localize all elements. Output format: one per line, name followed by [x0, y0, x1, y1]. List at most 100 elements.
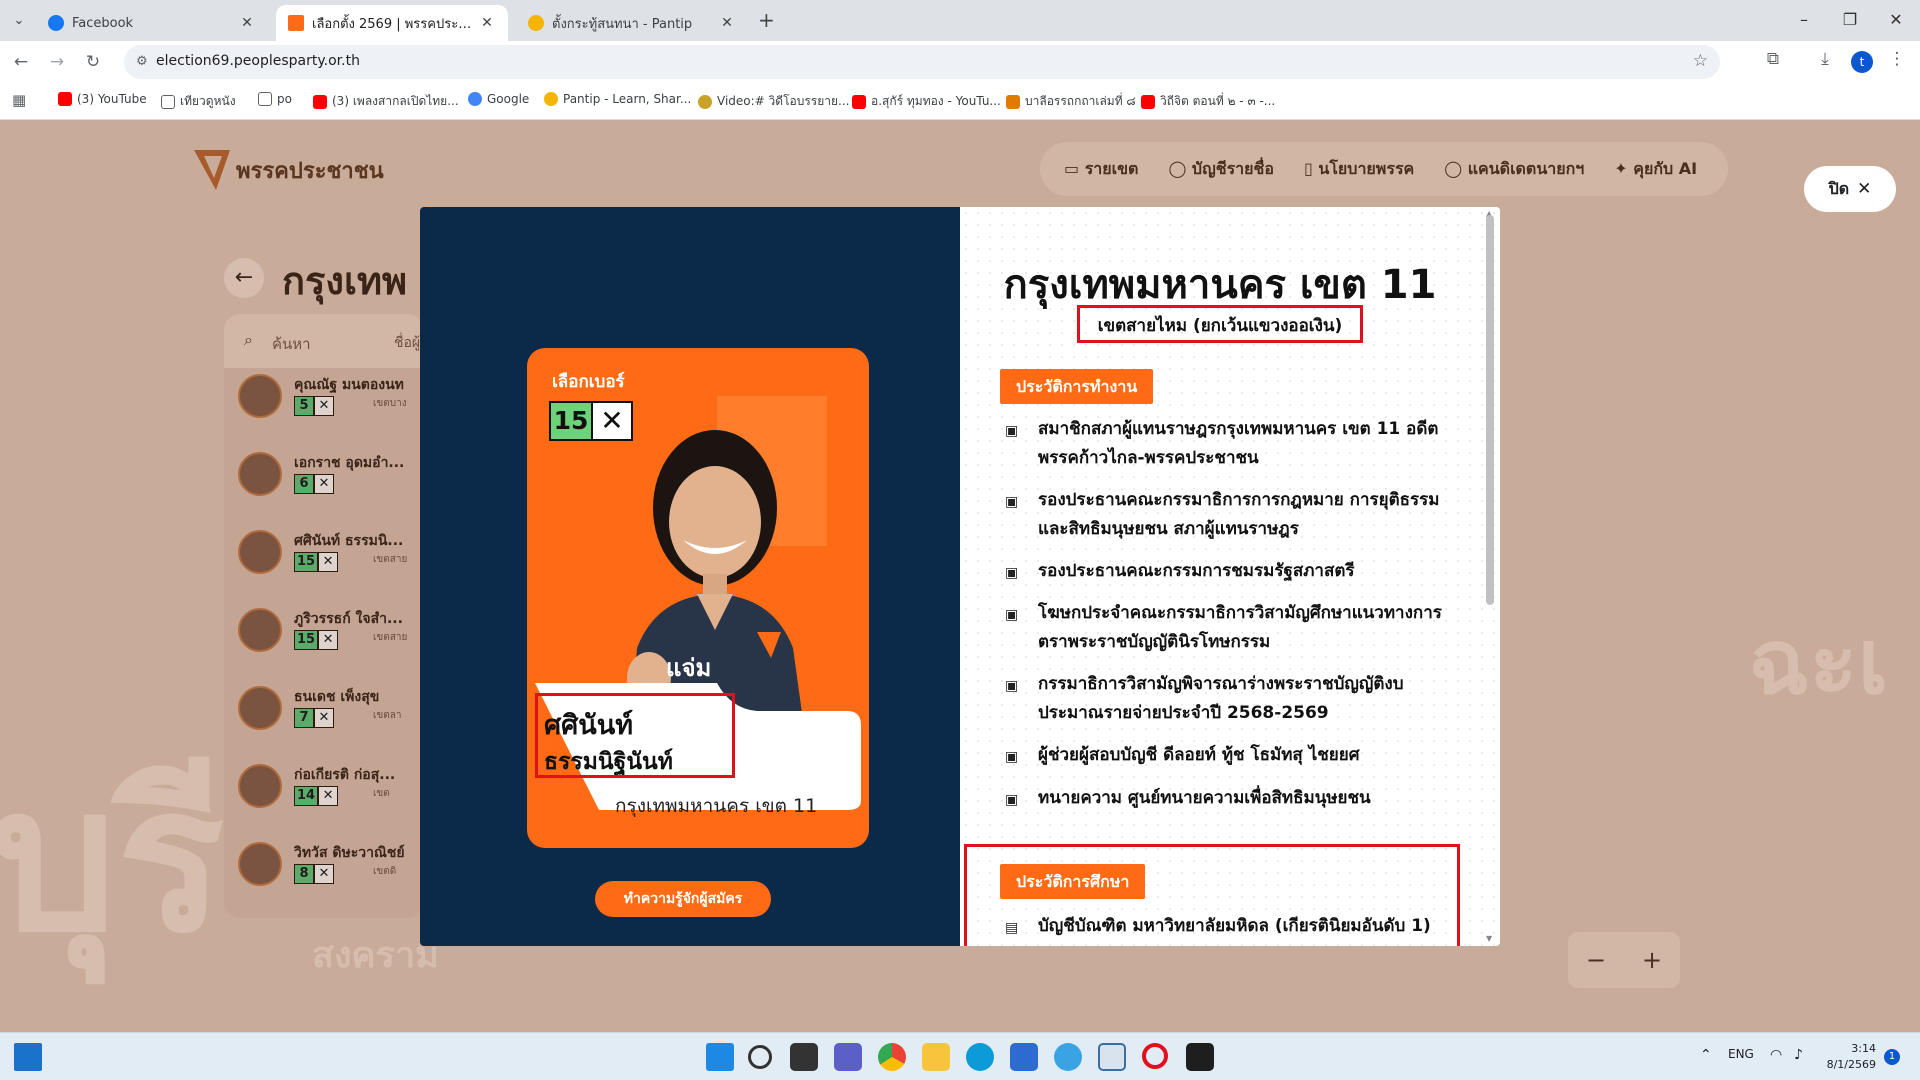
- candidate-name: ก่อเกียรติ ก่อสุ...: [294, 767, 396, 783]
- close-modal-button[interactable]: ปิด ✕: [1804, 166, 1896, 212]
- extensions-icon[interactable]: ⧉: [1760, 49, 1786, 69]
- nav-label: คุยกับ AI: [1633, 158, 1698, 178]
- briefcase-icon: ▣: [1005, 607, 1019, 623]
- site-info-icon[interactable]: ⚙: [136, 54, 148, 69]
- reload-icon[interactable]: ↻: [80, 49, 106, 75]
- candidate-avatar: [238, 842, 282, 886]
- search-icon: ⌕: [244, 330, 253, 349]
- start-icon[interactable]: [706, 1043, 734, 1071]
- modal-scrollbar[interactable]: [1486, 215, 1494, 605]
- candidate-row[interactable]: เอกราช อุดมอำ... 6 ✕: [238, 452, 424, 524]
- task-view-icon[interactable]: [790, 1043, 818, 1071]
- pantip-icon: [544, 92, 558, 106]
- work-history-item: ▣ สมาชิกสภาผู้แทนราษฎรกรุงเทพมหานคร เขต 1…: [1005, 415, 1445, 473]
- tab-facebook[interactable]: Facebook ✕: [36, 5, 268, 41]
- tab-election[interactable]: เลือกตั้ง 2569 | พรรคประชาชน ✕: [276, 5, 508, 41]
- notification-badge[interactable]: 1: [1884, 1049, 1900, 1065]
- bookmark-item[interactable]: อ.สุกัร์ ทุมทอง - YouTu...: [852, 92, 1001, 111]
- close-window-icon[interactable]: ✕: [1874, 6, 1918, 34]
- map-label: ฉะเ: [1748, 610, 1889, 715]
- photos-icon[interactable]: [1054, 1043, 1082, 1071]
- close-tab-icon[interactable]: ✕: [238, 15, 256, 31]
- tab-pantip[interactable]: ตั้งกระทู้สนทนา - Pantip ✕: [516, 5, 748, 41]
- file-explorer-icon[interactable]: [922, 1043, 950, 1071]
- candidate-avatar: [238, 764, 282, 808]
- nav-party-list[interactable]: ◯ บัญชีรายชื่อ: [1168, 157, 1274, 182]
- candidate-row[interactable]: วิทวัส ดิษะวาณิชย์ 8 ✕ เขตดิ: [238, 842, 424, 914]
- search-placeholder: ค้นหา: [272, 335, 311, 353]
- tab-title: Facebook: [72, 15, 134, 31]
- menu-kebab-icon[interactable]: ⋮: [1884, 49, 1910, 69]
- bookmark-item[interactable]: po: [258, 92, 292, 106]
- new-tab-button[interactable]: +: [758, 8, 775, 32]
- party-logo[interactable]: พรรคประชาชน: [192, 148, 384, 192]
- bookmark-item[interactable]: เทียวดูหนัง: [161, 92, 236, 111]
- teams-icon[interactable]: [834, 1043, 862, 1071]
- close-tab-icon[interactable]: ✕: [478, 15, 496, 31]
- candidate-district: เขต: [373, 788, 390, 799]
- pick-number-label: เลือกเบอร์: [552, 372, 625, 392]
- bookmark-item[interactable]: Pantip - Learn, Shar...: [544, 92, 691, 106]
- opera-icon[interactable]: [1142, 1043, 1168, 1069]
- learn-about-candidate-button[interactable]: ทำความรู้จักผู้สมัคร: [595, 881, 771, 917]
- volume-icon[interactable]: ♪: [1794, 1047, 1803, 1063]
- store-icon[interactable]: [1010, 1043, 1038, 1071]
- bookmark-label: Video:# วิดีโอบรรยาย...: [717, 94, 850, 108]
- candidate-avatar: [238, 530, 282, 574]
- close-tab-icon[interactable]: ✕: [718, 15, 736, 31]
- forward-icon[interactable]: →: [44, 49, 70, 75]
- zoom-in-button[interactable]: +: [1642, 946, 1662, 974]
- search-taskbar-icon[interactable]: [748, 1045, 772, 1069]
- clock-date: 8/1/2569: [1826, 1058, 1876, 1071]
- chrome-icon[interactable]: [878, 1043, 906, 1071]
- nav-district[interactable]: ▭ รายเขต: [1064, 157, 1138, 182]
- restore-icon[interactable]: ❐: [1828, 6, 1872, 34]
- scroll-down-arrow[interactable]: ▼: [1486, 934, 1492, 943]
- minimize-icon[interactable]: –: [1782, 6, 1826, 34]
- candidate-number-badge: 5 ✕: [294, 396, 334, 416]
- education-text: บัญชีบัณฑิต มหาวิทยาลัยมหิดล (เกียรตินิย…: [1038, 916, 1431, 936]
- input-language[interactable]: ENG: [1728, 1047, 1754, 1061]
- back-button[interactable]: ←: [224, 258, 264, 298]
- apps-grid-icon[interactable]: ▦: [12, 91, 26, 109]
- bookmark-item[interactable]: บาลีอรรถกถาเล่มที่ ๘: [1006, 92, 1136, 111]
- candidate-row[interactable]: ธนเดช เพ็งสุข 7 ✕ เขตลา: [238, 686, 424, 758]
- downloads-icon[interactable]: ⤓: [1812, 49, 1838, 69]
- briefcase-icon: ▣: [1005, 792, 1019, 808]
- tab-search-icon[interactable]: ⌄: [8, 10, 30, 32]
- map-label: บุรี: [0, 744, 225, 977]
- nav-ai-chat[interactable]: ✦ คุยกับ AI: [1614, 157, 1697, 182]
- nav-pm-candidate[interactable]: ◯ แคนดิเดตนายกฯ: [1444, 157, 1584, 182]
- bookmark-label: (3) เพลงสากลเปิดไทย...: [332, 94, 459, 108]
- nav-policy[interactable]: ▯ นโยบายพรรค: [1304, 157, 1414, 182]
- bookmark-label: อ.สุกัร์ ทุมทอง - YouTu...: [871, 94, 1001, 108]
- bookmark-star-icon[interactable]: ☆: [1693, 51, 1708, 71]
- search-input[interactable]: ⌕ ค้นหา ชื่อผู้: [224, 314, 424, 368]
- candidate-row[interactable]: ก่อเกียรติ ก่อสุ... 14 ✕ เขต: [238, 764, 424, 836]
- system-clock[interactable]: 3:14 8/1/2569: [1826, 1041, 1876, 1073]
- zoom-out-button[interactable]: −: [1586, 946, 1606, 974]
- book-icon: ▤: [1005, 920, 1019, 936]
- youtube-icon: [1141, 94, 1155, 109]
- tray-chevron-icon[interactable]: ⌃: [1700, 1047, 1712, 1063]
- browser-tab-bar: ⌄ Facebook ✕ เลือกตั้ง 2569 | พรรคประชาช…: [0, 0, 1920, 41]
- bookmark-item[interactable]: (3) เพลงสากลเปิดไทย...: [313, 92, 459, 111]
- widgets-icon[interactable]: [14, 1043, 42, 1071]
- profile-avatar[interactable]: t: [1851, 51, 1873, 73]
- bookmark-item[interactable]: (3) YouTube: [58, 92, 147, 106]
- candidate-row[interactable]: ศศินันท์ ธรรมนิ... 15 ✕ เขตสาย: [238, 530, 424, 602]
- wifi-icon[interactable]: ◠: [1770, 1047, 1782, 1063]
- edge-icon[interactable]: [966, 1043, 994, 1071]
- candidate-name: เอกราช อุดมอำ...: [294, 455, 405, 471]
- candidate-row[interactable]: คุณณัฐ มนตองนท 5 ✕ เขตบาง: [238, 374, 424, 446]
- bookmark-item[interactable]: วิถีจิต ตอนที่ ๒ - ๓ -...: [1141, 92, 1275, 111]
- address-bar[interactable]: ⚙ election69.peoplesparty.or.th ☆: [124, 45, 1720, 79]
- bookmark-label: Google: [487, 92, 530, 106]
- bookmark-item[interactable]: Video:# วิดีโอบรรยาย...: [698, 92, 849, 111]
- candidate-row[interactable]: ภูริวรรธก์ ใจสำ... 15 ✕ เขตสาย: [238, 608, 424, 680]
- app-icon[interactable]: [1186, 1043, 1214, 1071]
- notepad-icon[interactable]: [1098, 1043, 1126, 1071]
- youtube-icon: [852, 94, 866, 109]
- back-icon[interactable]: ←: [8, 49, 34, 75]
- bookmark-item[interactable]: Google: [468, 92, 529, 106]
